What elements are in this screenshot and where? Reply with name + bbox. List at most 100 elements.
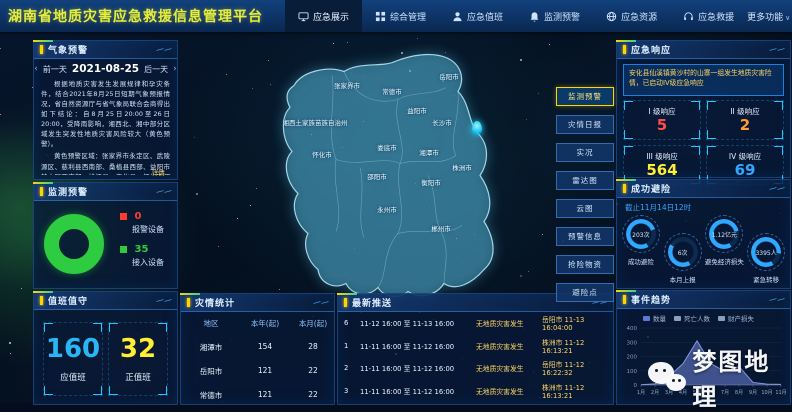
more-functions-menu[interactable]: 更多功能∨ (747, 10, 790, 23)
nav-tab-emergency-display[interactable]: 应急展示 (285, 0, 362, 32)
prev-day-button[interactable]: 前一天 (43, 64, 67, 75)
nav-tab-monitor-warning[interactable]: 监测预警 (516, 0, 593, 32)
connected-device-count: 35 (135, 244, 149, 255)
rail-button-monitor-warning[interactable]: 监测预警 (556, 87, 614, 106)
duty-on-label: 正值班 (125, 371, 151, 383)
response-level-value: 5 (657, 117, 667, 134)
push-list-item[interactable]: 111-11 16:00 至 11-12 16:00 无地质灾害发生株洲市 11… (338, 335, 613, 358)
legend-item-property-loss[interactable]: 财产损失 (718, 313, 754, 323)
prev-day-arrow-icon[interactable]: ‹ (34, 64, 38, 74)
nav-tab-comprehensive-management[interactable]: 综合管理 (362, 0, 439, 32)
map-city-label: 怀化市 (312, 149, 332, 159)
map-city-label: 邵阳市 (367, 171, 387, 181)
bell-icon (529, 11, 540, 22)
map-city-label: 郴州市 (431, 223, 451, 233)
weather-warning-panel: 气象预警 ‹ 前一天 2021-08-25 后一天 › 根据地质灾害发生发展规律… (33, 40, 178, 180)
legend-item-count[interactable]: 数量 (643, 313, 666, 323)
panel-title: 气象预警 (48, 43, 88, 56)
stats-cell-year: 121 (237, 366, 293, 377)
alarm-device-label: 报警设备 (132, 224, 164, 235)
nav-label: 应急救援 (698, 10, 734, 23)
push-list-item[interactable]: 211-11 16:00 至 11-12 16:00 无地质灾害发生岳阳市 11… (338, 357, 613, 380)
trend-legend: 数量 死亡人数 财产损失 (643, 313, 790, 323)
panel-title: 最新推送 (352, 296, 392, 309)
panel-decoration (770, 49, 784, 50)
map-city-label: 长沙市 (432, 117, 452, 127)
map-city-label: 永州市 (377, 204, 397, 214)
rail-button-cloud[interactable]: 云图 (556, 199, 614, 218)
stats-cell-month: 22 (293, 366, 333, 377)
panel-accent (623, 295, 626, 304)
rail-button-disaster-daily[interactable]: 灾情日报 (556, 115, 614, 134)
next-day-arrow-icon[interactable]: › (173, 64, 177, 74)
response-alert-message[interactable]: 安化县仙溪镇黄沙村的山寨一组发生地质灾害险情，已启动IV级应急响应 (623, 64, 784, 96)
stats-table: 地区 本年(起) 本月(起) 湘潭市 154 28 岳阳市 121 22 常德市… (181, 312, 334, 401)
map-layer-buttons: 监测预警 灾情日报 实况 雷达图 云图 预警信息 抢险物资 避险点 (556, 87, 614, 311)
rail-button-rescue-supplies[interactable]: 抢险物资 (556, 255, 614, 274)
map-city-label: 张家界市 (334, 80, 360, 90)
gauge-economic-loss-avoided: 1.12亿元 避免经济损失 (704, 215, 746, 284)
panel-accent (344, 298, 347, 307)
weather-detail-link[interactable]: 详情... (152, 167, 171, 177)
stats-header: 本月(起) (293, 318, 333, 329)
rail-button-radar[interactable]: 雷达图 (556, 171, 614, 190)
nav-tab-emergency-resources[interactable]: 应急资源 (593, 0, 670, 32)
duty-on-box: 32 正值班 (108, 322, 168, 396)
next-day-button[interactable]: 后一天 (144, 64, 168, 75)
rail-button-warning-info[interactable]: 预警信息 (556, 227, 614, 246)
map-city-label: 常德市 (382, 86, 402, 96)
stats-cell-region: 常德市 (185, 390, 237, 401)
header-right: 更多功能∨ 管理员∨ (747, 9, 792, 23)
rescue-asof-timestamp: 截止11月14日12时 (625, 202, 790, 213)
globe-icon (606, 11, 617, 22)
emergency-response-panel: 应急响应 安化县仙溪镇黄沙村的山寨一组发生地质灾害险情，已启动IV级应急响应 I… (616, 40, 791, 178)
page-title: 湖南省地质灾害应急救援信息管理平台 (8, 6, 263, 26)
headset-icon (683, 11, 694, 22)
monitor-icon (298, 11, 309, 22)
map-shape (232, 45, 562, 300)
panel-accent (40, 296, 43, 305)
legend-item-deaths[interactable]: 死亡人数 (674, 313, 710, 323)
duty-expected-label: 应值班 (60, 371, 86, 383)
map-highlight-marker[interactable] (472, 121, 482, 135)
gauge-month-reports: 6次 本月上报 (662, 233, 704, 284)
device-legend: 0 报警设备 35 接入设备 (120, 211, 164, 277)
app-header: 湖南省地质灾害应急救援信息管理平台 应急展示 综合管理 应急值班 监测预警 应急… (0, 0, 792, 32)
date-navigation: ‹ 前一天 2021-08-25 后一天 › (34, 63, 177, 75)
main-nav: 应急展示 综合管理 应急值班 监测预警 应急资源 应急救援 (285, 0, 747, 32)
nav-label: 综合管理 (390, 10, 426, 23)
stats-cell-region: 湘潭市 (185, 342, 237, 353)
device-donut-chart (44, 214, 104, 274)
response-level-value: 2 (740, 117, 750, 134)
nav-tab-emergency-rescue[interactable]: 应急救援 (670, 0, 747, 32)
map-city-label: 娄底市 (377, 142, 397, 152)
panel-decoration (314, 302, 328, 303)
panel-decoration (770, 299, 784, 300)
response-level-1-box: I 级响应 5 (623, 100, 701, 140)
svg-text:1月: 1月 (637, 390, 645, 396)
stats-header: 本年(起) (237, 318, 293, 329)
push-list-item[interactable]: 311-11 16:00 至 11-12 16:00 无地质灾害发生株洲市 11… (338, 380, 613, 403)
successful-avoidance-panel: 成功避险 截止11月14日12时 203次 成功避险 6次 本月上报 1.12亿… (616, 179, 791, 289)
panel-title: 值班值守 (48, 294, 88, 307)
rail-button-shelter-points[interactable]: 避险点 (556, 283, 614, 302)
rail-button-live[interactable]: 实况 (556, 143, 614, 162)
map-city-label: 益阳市 (407, 105, 427, 115)
gauge-successful-avoidance: 203次 成功避险 (620, 215, 662, 284)
push-list-item[interactable]: 611-12 16:00 至 11-13 16:00 无地质灾害发生岳阳市 11… (338, 312, 613, 335)
person-icon (452, 11, 463, 22)
duty-watch-panel: 值班值守 160 应值班 32 正值班 (33, 291, 178, 405)
response-level-value: 69 (735, 162, 756, 179)
grid-icon (375, 11, 386, 22)
map-city-label: 岳阳市 (439, 71, 459, 81)
nav-tab-emergency-duty[interactable]: 应急值班 (439, 0, 516, 32)
stats-cell-month: 28 (293, 342, 333, 353)
weather-bulletin-text: 根据地质灾害发生发展规律和孕灾条件，结合2021年8月25日短期气象预报情况，省… (34, 75, 177, 175)
nav-label: 监测预警 (544, 10, 580, 23)
watermark: 梦图地理 (648, 342, 792, 412)
hunan-province-map[interactable]: 张家界市常德市岳阳市益阳市长沙市湘西土家族苗族自治州怀化市娄底市湘潭市株洲市邵阳… (232, 45, 562, 300)
svg-text:0: 0 (634, 383, 638, 389)
stats-cell-region: 岳阳市 (185, 366, 237, 377)
nav-label: 应急展示 (313, 10, 349, 23)
svg-text:200: 200 (627, 355, 638, 361)
